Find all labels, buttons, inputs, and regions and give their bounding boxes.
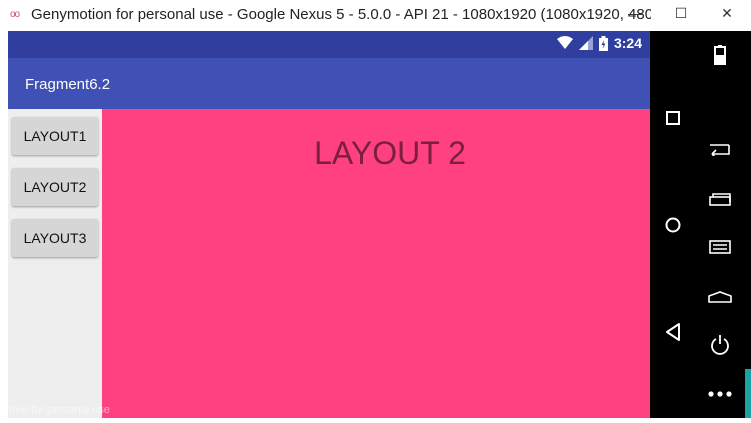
power-button[interactable] <box>695 327 745 363</box>
recent-apps-icon <box>709 193 731 206</box>
status-clock: 3:24 <box>613 35 642 51</box>
menu-icon <box>709 240 731 254</box>
power-icon <box>711 335 729 355</box>
layout3-button[interactable]: LAYOUT3 <box>12 219 98 257</box>
wifi-icon <box>556 36 573 49</box>
scroll-accent <box>745 369 751 418</box>
more-button[interactable] <box>695 376 745 412</box>
close-button[interactable]: ✕ <box>704 0 750 26</box>
app-title: Fragment6.2 <box>25 76 111 93</box>
battery-widget-button[interactable] <box>695 37 745 73</box>
home-icon <box>708 291 732 303</box>
back-icon <box>710 144 730 156</box>
layout-title: LAYOUT 2 <box>314 135 466 171</box>
device-screen: 3:24 Fragment6.2 LAYOUT1 LAYOUT2 LAYOUT3… <box>8 31 650 418</box>
genymotion-logo-icon: oo <box>10 9 20 20</box>
back-key-button[interactable] <box>695 131 745 167</box>
layout1-button[interactable]: LAYOUT1 <box>12 117 98 155</box>
back-button[interactable] <box>650 312 695 352</box>
recents-icon <box>665 111 680 125</box>
minimize-button[interactable]: — <box>612 0 658 26</box>
recent-apps-button[interactable] <box>695 181 745 217</box>
home-button[interactable] <box>650 205 695 245</box>
window-titlebar: oo Genymotion for personal use - Google … <box>0 0 751 31</box>
window-bottom-border <box>0 418 751 423</box>
back-icon <box>665 323 680 341</box>
fragment-container: LAYOUT 2 <box>102 109 650 418</box>
home-icon <box>665 217 680 233</box>
menu-button[interactable] <box>695 229 745 265</box>
minimize-icon: — <box>628 5 642 21</box>
signal-icon <box>578 36 593 50</box>
app-bar: Fragment6.2 <box>8 58 650 109</box>
recents-button[interactable] <box>650 98 695 138</box>
close-icon: ✕ <box>721 4 733 21</box>
emulator-toolbar <box>695 31 751 418</box>
more-icon <box>708 391 732 397</box>
button-panel: LAYOUT1 LAYOUT2 LAYOUT3 <box>8 109 102 418</box>
layout2-button[interactable]: LAYOUT2 <box>12 168 98 206</box>
home-key-button[interactable] <box>695 279 745 315</box>
android-nav-bar <box>650 31 695 418</box>
status-bar: 3:24 <box>8 31 650 58</box>
window-title: Genymotion for personal use - Google Nex… <box>31 6 651 23</box>
maximize-button[interactable]: ☐ <box>658 0 704 26</box>
maximize-icon: ☐ <box>674 4 688 21</box>
watermark: free for personal use <box>9 404 110 416</box>
battery-icon <box>714 45 726 65</box>
battery-icon <box>598 35 608 51</box>
